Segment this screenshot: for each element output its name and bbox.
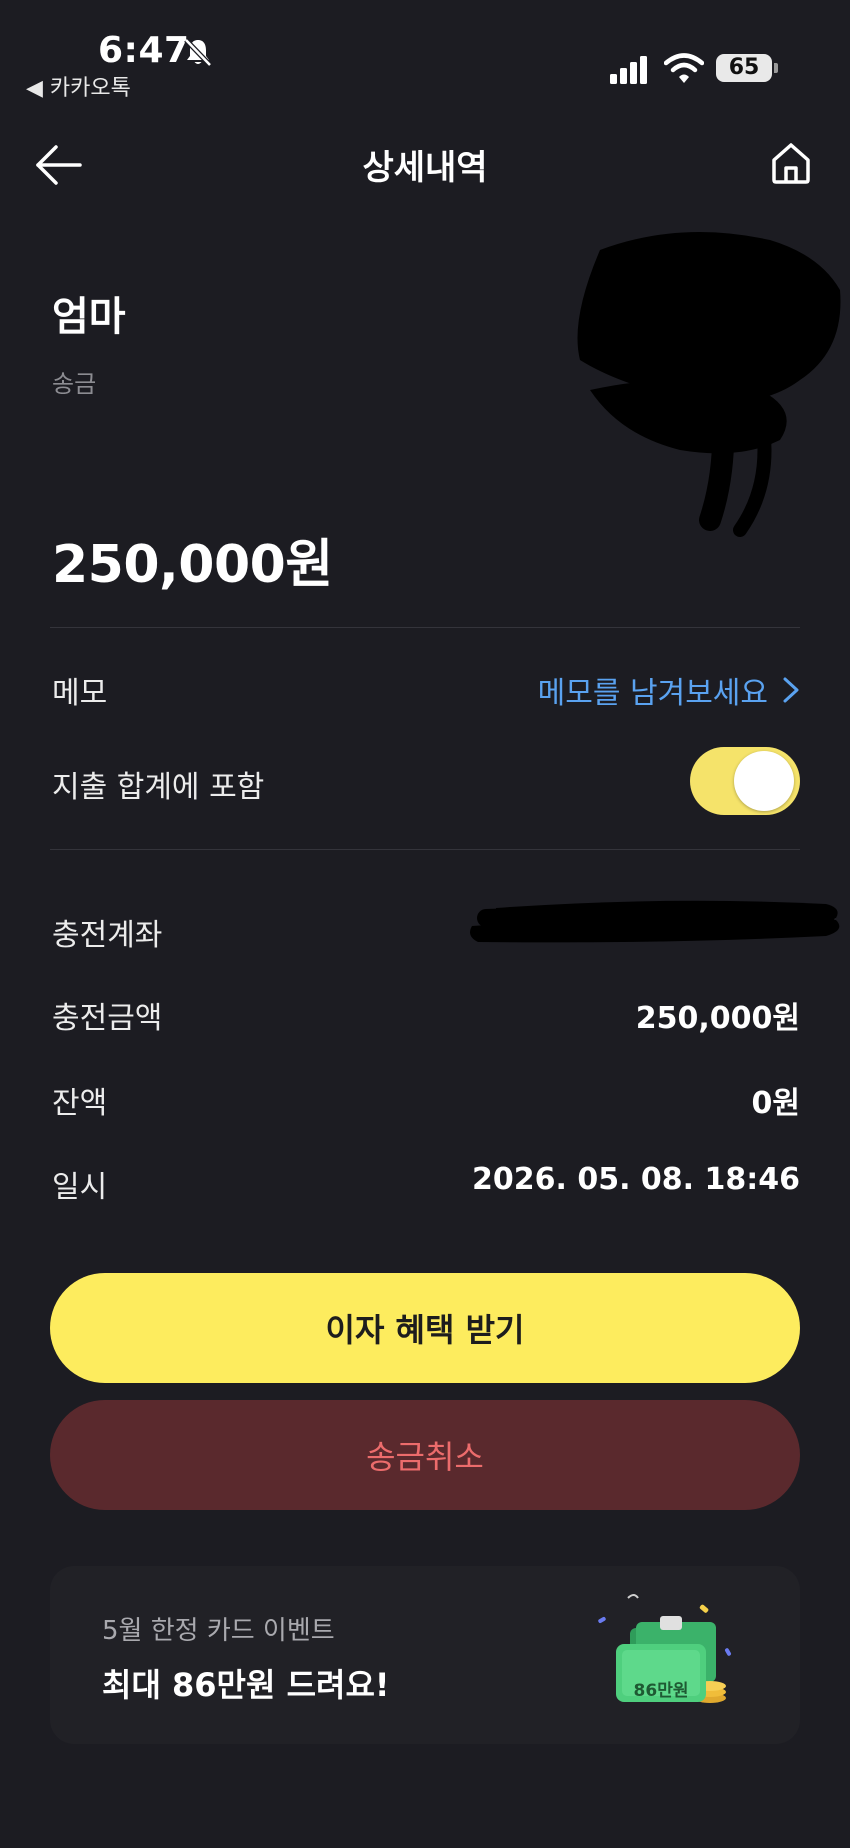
toggle-knob [734,751,794,811]
back-to-app-link[interactable]: ◀ 카카오톡 [26,70,131,102]
memo-input-link[interactable]: 메모를 남겨보세요 [538,668,800,712]
memo-placeholder: 메모를 남겨보세요 [537,676,768,711]
battery-indicator: 65 [716,54,772,82]
promo-card[interactable]: 5월 한정 카드 이벤트 최대 86만원 드려요! 86만원 [50,1566,800,1744]
interest-benefit-button[interactable]: 이자 혜택 받기 [50,1273,800,1383]
redaction-scribble [577,232,841,537]
datetime-label: 일시 [52,1170,108,1205]
promo-badge-text: 86만원 [633,1681,689,1701]
bell-off-icon [184,38,212,67]
chevron-right-icon [783,677,799,703]
home-icon[interactable] [768,140,814,186]
memo-label: 메모 [52,676,108,711]
promo-title: 최대 86만원 드려요! [102,1666,390,1704]
cancel-transfer-button[interactable]: 송금취소 [50,1400,800,1510]
divider [50,627,800,628]
promo-subtitle: 5월 한정 카드 이벤트 [102,1616,335,1646]
expense-include-toggle[interactable] [690,747,800,815]
transaction-type: 송금 [52,370,97,398]
status-time: 6:47 [98,30,190,71]
cash-reward-illustration [598,1594,731,1703]
account-label: 충전계좌 [52,918,163,953]
charge-amount-label: 충전금액 [52,1001,163,1036]
page-title: 상세내역 [362,148,488,188]
datetime-value: 2026. 05. 08. 18:46 [471,1162,800,1197]
charge-amount-value: 250,000원 [635,1001,800,1036]
balance-value: 0원 [751,1086,800,1121]
balance-label: 잔액 [52,1086,108,1121]
divider [50,849,800,850]
cellular-signal-icon [610,56,647,84]
recipient-name: 엄마 [52,294,126,340]
expense-toggle-label: 지출 합계에 포함 [52,770,265,805]
transaction-amount: 250,000원 [52,535,333,595]
account-redaction [470,900,840,943]
status-bar: 6:47 ◀ 카카오톡 65 [0,0,850,102]
battery-tip [774,63,778,73]
wifi-icon [664,53,704,83]
